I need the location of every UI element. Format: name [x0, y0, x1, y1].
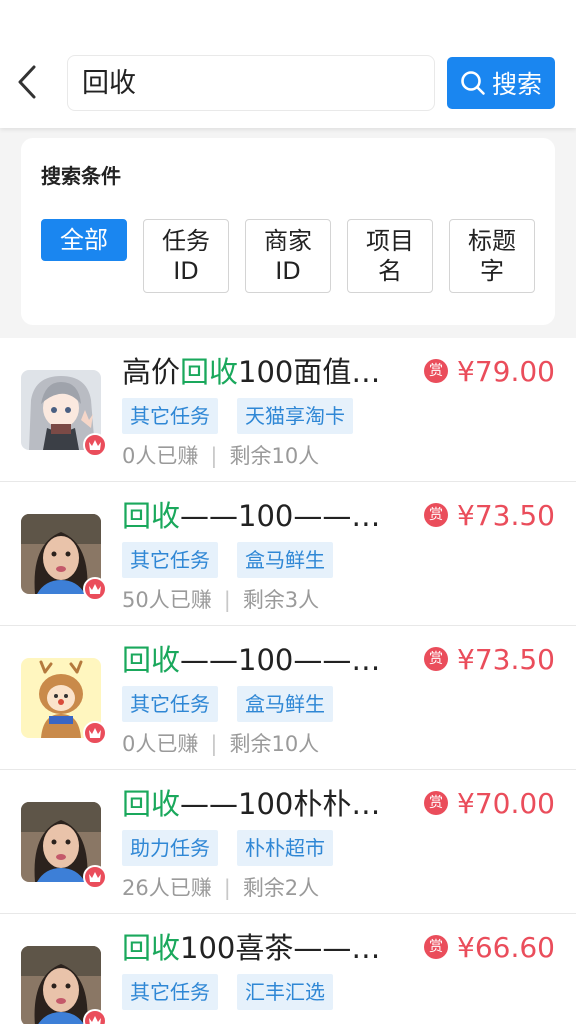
task-stats: 26人已赚 | 剩余2人: [122, 876, 320, 900]
chevron-left-icon: [18, 65, 36, 99]
crown-icon: [89, 440, 101, 450]
filter-chip-project-name[interactable]: 项目名: [347, 219, 433, 293]
task-type-tag: 其它任务: [122, 686, 218, 722]
filter-chip-task-id[interactable]: 任务ID: [143, 219, 229, 293]
reward-badge: 赏: [424, 791, 448, 815]
crown-icon: [89, 1016, 101, 1024]
crown-icon: [89, 728, 101, 738]
reward-badge: 赏: [424, 647, 448, 671]
reward-badge: 赏: [424, 935, 448, 959]
search-icon: [461, 71, 485, 95]
task-list: 高价回收100面值… 赏 ¥79.00 其它任务 天猫享淘卡 0人已赚 | 剩余10…: [0, 338, 576, 1024]
task-price: ¥73.50: [457, 643, 555, 676]
list-item[interactable]: 高价回收100面值… 赏 ¥79.00 其它任务 天猫享淘卡 0人已赚 | 剩余10…: [0, 338, 576, 482]
search-button-label: 搜索: [491, 70, 542, 99]
vip-crown-badge: [83, 433, 107, 457]
crown-icon: [89, 584, 101, 594]
back-button[interactable]: [14, 64, 44, 100]
task-price: ¥79.00: [457, 355, 555, 388]
search-conditions-card: 搜索条件 全部 任务ID 商家ID 项目名 标题字: [21, 138, 555, 325]
merchant-tag: 朴朴超市: [237, 830, 333, 866]
reward-badge: 赏: [424, 359, 448, 383]
reward-badge: 赏: [424, 503, 448, 527]
vip-crown-badge: [83, 865, 107, 889]
vip-crown-badge: [83, 577, 107, 601]
task-price: ¥73.50: [457, 499, 555, 532]
task-title: 回收100喜茶——1…: [122, 931, 392, 965]
list-item[interactable]: 回收——100朴朴… 赏 ¥70.00 助力任务 朴朴超市 26人已赚 | 剩余2人: [0, 770, 576, 914]
task-title: 高价回收100面值…: [122, 355, 381, 389]
task-type-tag: 其它任务: [122, 398, 218, 434]
list-item[interactable]: 回收100喜茶——1… 赏 ¥66.60 其它任务 汇丰汇选: [0, 914, 576, 1024]
filter-chip-merchant-id[interactable]: 商家ID: [245, 219, 331, 293]
task-type-tag: 助力任务: [122, 830, 218, 866]
merchant-tag: 天猫享淘卡: [237, 398, 353, 434]
task-title: 回收——100朴朴…: [122, 787, 381, 821]
filter-chip-all[interactable]: 全部: [41, 219, 127, 261]
task-price: ¥66.60: [457, 931, 555, 964]
search-conditions-title: 搜索条件: [41, 164, 121, 188]
task-type-tag: 其它任务: [122, 542, 218, 578]
task-stats: 0人已赚 | 剩余10人: [122, 444, 320, 468]
search-button[interactable]: 搜索: [447, 57, 555, 109]
filter-chip-title-word[interactable]: 标题字: [449, 219, 535, 293]
vip-crown-badge: [83, 1009, 107, 1024]
merchant-tag: 汇丰汇选: [237, 974, 333, 1010]
vip-crown-badge: [83, 721, 107, 745]
crown-icon: [89, 872, 101, 882]
task-stats: 0人已赚 | 剩余10人: [122, 732, 320, 756]
merchant-tag: 盒马鲜生: [237, 542, 333, 578]
task-title: 回收——100——…: [122, 499, 381, 533]
task-stats: 50人已赚 | 剩余3人: [122, 588, 320, 612]
list-item[interactable]: 回收——100——… 赏 ¥73.50 其它任务 盒马鲜生 50人已赚 | 剩余3人: [0, 482, 576, 626]
task-type-tag: 其它任务: [122, 974, 218, 1010]
task-price: ¥70.00: [457, 787, 555, 820]
search-input[interactable]: 回收: [67, 55, 435, 111]
top-bar: 回收 搜索: [0, 0, 576, 128]
merchant-tag: 盒马鲜生: [237, 686, 333, 722]
list-item[interactable]: 回收——100——… 赏 ¥73.50 其它任务 盒马鲜生 0人已赚 | 剩余10人: [0, 626, 576, 770]
task-title: 回收——100——…: [122, 643, 381, 677]
